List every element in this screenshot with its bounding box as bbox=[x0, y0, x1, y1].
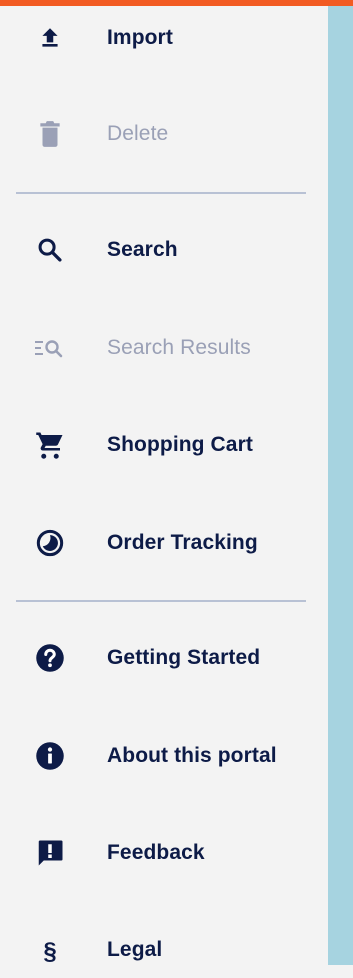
nav-item-label: Feedback bbox=[107, 841, 205, 864]
nav-item-label: Search bbox=[107, 238, 178, 261]
nav-item-shopping-cart[interactable]: Shopping Cart bbox=[0, 417, 328, 473]
nav-item-label: About this portal bbox=[107, 744, 277, 767]
nav-item-legal[interactable]: § Legal bbox=[0, 922, 328, 978]
nav-item-about[interactable]: About this portal bbox=[0, 728, 328, 784]
help-icon bbox=[30, 638, 70, 678]
info-icon bbox=[30, 736, 70, 776]
feedback-icon bbox=[30, 833, 70, 873]
search-icon bbox=[30, 230, 70, 270]
nav-item-label: Shopping Cart bbox=[107, 433, 253, 456]
nav-item-label: Search Results bbox=[107, 336, 251, 359]
nav-item-feedback[interactable]: Feedback bbox=[0, 825, 328, 881]
nav-item-search[interactable]: Search bbox=[0, 222, 328, 278]
nav-item-label: Legal bbox=[107, 938, 163, 961]
divider bbox=[16, 192, 306, 194]
navigation-drawer: Import Delete Search Search Results Shop… bbox=[0, 6, 328, 965]
section-icon: § bbox=[30, 930, 70, 970]
nav-item-delete[interactable]: Delete bbox=[0, 106, 328, 162]
search-results-icon bbox=[30, 328, 70, 368]
nav-item-label: Order Tracking bbox=[107, 531, 258, 554]
divider bbox=[16, 600, 306, 602]
upload-icon bbox=[30, 18, 70, 58]
nav-item-getting-started[interactable]: Getting Started bbox=[0, 630, 328, 686]
cart-icon bbox=[30, 425, 70, 465]
trash-icon bbox=[30, 114, 70, 154]
nav-item-label: Getting Started bbox=[107, 646, 261, 669]
svg-text:§: § bbox=[43, 938, 56, 965]
nav-item-order-tracking[interactable]: Order Tracking bbox=[0, 515, 328, 571]
nav-item-label: Delete bbox=[107, 122, 169, 145]
nav-item-search-results[interactable]: Search Results bbox=[0, 320, 328, 376]
content-panel-edge bbox=[328, 6, 353, 965]
nav-item-label: Import bbox=[107, 26, 173, 49]
tracking-icon bbox=[30, 523, 70, 563]
nav-item-import[interactable]: Import bbox=[0, 10, 328, 66]
